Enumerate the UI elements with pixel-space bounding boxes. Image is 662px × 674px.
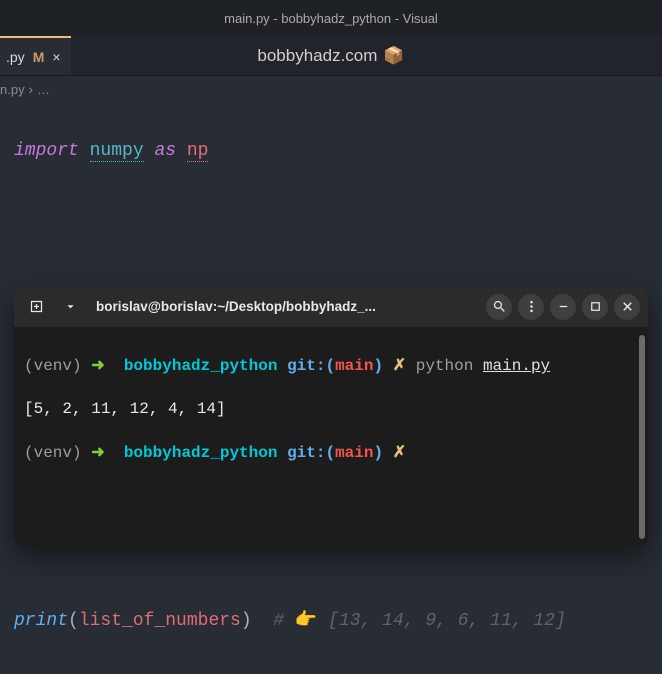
terminal-output: [5, 2, 11, 12, 4, 14] [24,399,638,421]
terminal-title: borislav@borislav:~/Desktop/bobbyhadz_..… [96,299,376,314]
prompt-dir: bobbyhadz_python [124,444,278,462]
terminal-command: python [416,357,474,375]
code-blank [14,190,648,216]
terminal-line: (venv) ➜ bobbyhadz_python git:(main) ✗ [24,443,638,465]
prompt-arrow-icon: ➜ [91,357,104,375]
window-titlebar: main.py - bobbyhadz_python - Visual [0,0,662,36]
terminal-window: borislav@borislav:~/Desktop/bobbyhadz_..… [14,287,648,547]
git-dirty-icon: ✗ [393,357,406,375]
keyword-as: as [154,141,176,161]
breadcrumb-separator-icon: › [29,82,33,97]
breadcrumb[interactable]: n.py › … [0,76,662,100]
new-tab-button[interactable] [22,293,50,321]
close-icon [620,299,635,314]
code-line: print(list_of_numbers) # 👉 [13, 14, 9, 6… [14,608,648,634]
breadcrumb-file: n.py [0,82,25,97]
terminal-line: (venv) ➜ bobbyhadz_python git:(main) ✗ p… [24,356,638,378]
git-branch: main [335,357,373,375]
watermark: bobbyhadz.com 📦 [257,46,404,66]
maximize-button[interactable] [582,294,608,320]
tab-modified-indicator: M [33,49,45,65]
minimize-icon [556,299,571,314]
package-icon: 📦 [383,46,404,66]
fn-print: print [14,611,68,631]
terminal-scrollbar[interactable] [639,335,645,539]
comment: # 👉 [13, 14, 9, 6, 11, 12] [273,611,566,631]
tab-label: .py [6,49,25,65]
code-blank [14,242,648,268]
maximize-icon [588,299,603,314]
tab-close-icon[interactable]: × [52,49,60,65]
code-line: import numpy as np [14,138,648,164]
module-numpy: numpy [90,141,144,162]
more-vertical-icon [524,299,539,314]
prompt-arrow-icon: ➜ [91,444,104,462]
tab-bar: .py M × bobbyhadz.com 📦 [0,36,662,76]
terminal-body[interactable]: (venv) ➜ bobbyhadz_python git:(main) ✗ p… [14,327,648,547]
code-blank [14,556,648,582]
git-dirty-icon: ✗ [393,444,406,462]
keyword-import: import [14,141,79,161]
search-button[interactable] [486,294,512,320]
terminal-arg: main.py [483,357,550,375]
search-icon [492,299,507,314]
git-branch: main [335,444,373,462]
breadcrumb-rest: … [37,82,50,97]
plus-square-icon [29,299,44,314]
menu-button[interactable] [518,294,544,320]
chevron-down-icon [63,299,78,314]
dropdown-button[interactable] [56,293,84,321]
tab-main-py[interactable]: .py M × [0,36,71,75]
alias-np: np [187,141,209,162]
prompt-dir: bobbyhadz_python [124,357,278,375]
close-button[interactable] [614,294,640,320]
window-title: main.py - bobbyhadz_python - Visual [224,11,438,26]
watermark-text: bobbyhadz.com [257,46,377,66]
pointing-icon: 👉 [295,611,317,631]
minimize-button[interactable] [550,294,576,320]
terminal-titlebar: borislav@borislav:~/Desktop/bobbyhadz_..… [14,287,648,327]
